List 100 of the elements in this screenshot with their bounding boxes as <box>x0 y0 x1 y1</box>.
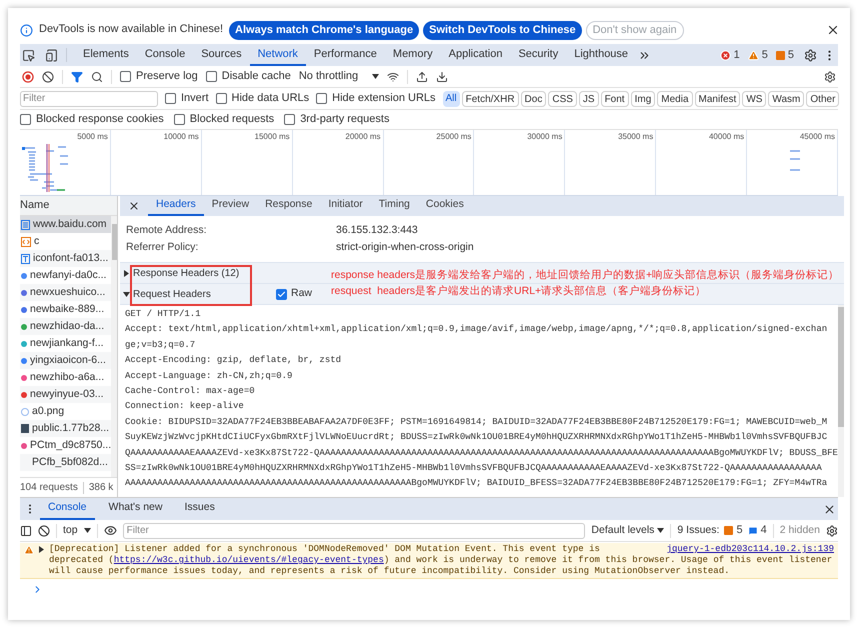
request-row[interactable]: newxueshuico... <box>20 284 112 301</box>
type-filter-chip[interactable]: Wasm <box>768 90 804 106</box>
filter-icon[interactable] <box>71 70 83 82</box>
header-value: strict-origin-when-cross-origin <box>336 240 474 255</box>
request-row[interactable]: iconfont-fa013... <box>20 250 112 267</box>
detail-tab[interactable]: Response <box>257 196 320 216</box>
expand-triangle-icon[interactable] <box>123 270 130 276</box>
expand-triangle-icon[interactable] <box>38 546 45 553</box>
request-count: 104 requests <box>20 481 78 495</box>
source-link[interactable]: jquery-1-edb203c114.10.2.js:139 <box>666 544 834 555</box>
checkbox[interactable] <box>20 114 31 125</box>
panel-tab[interactable]: Performance <box>306 44 385 66</box>
raw-header-line: Accept-Encoding: gzip, deflate, br, zstd <box>125 354 342 368</box>
type-filter-chip[interactable]: Other <box>806 90 840 106</box>
checkbox-label: Preserve log <box>136 69 198 84</box>
request-row[interactable]: PCfb_5bf082d... <box>20 454 112 471</box>
checkbox[interactable] <box>276 288 287 300</box>
request-row[interactable]: www.baidu.com <box>20 216 112 233</box>
eye-icon[interactable] <box>104 524 117 537</box>
panel-tab[interactable]: Sources <box>193 44 250 66</box>
checkbox-label: Blocked response cookies <box>36 112 164 128</box>
checkbox[interactable] <box>120 71 131 82</box>
search-icon[interactable] <box>91 70 103 82</box>
close-icon[interactable] <box>823 502 836 516</box>
request-row[interactable]: newzhidao-da... <box>20 318 112 335</box>
timeline-tick-label: 40000 ms <box>708 132 744 142</box>
detail-tab[interactable]: Headers <box>148 196 204 216</box>
panel-tab[interactable]: Elements <box>75 44 137 66</box>
throttling-select[interactable]: No throttling <box>298 68 380 85</box>
type-filter-chip[interactable]: WS <box>742 90 766 106</box>
request-row[interactable]: yingxiaoicon-6... <box>20 352 112 369</box>
hidden-count: 2 hidden <box>780 522 820 538</box>
panel-tab[interactable]: Memory <box>384 44 441 66</box>
filter-field[interactable]: Filter <box>20 90 158 106</box>
checkbox[interactable] <box>316 93 328 104</box>
checkbox[interactable] <box>165 93 176 104</box>
request-name: newfanyi-da0c... <box>30 268 106 283</box>
drawer-tab[interactable]: Issues <box>176 498 223 520</box>
settings-icon[interactable] <box>804 48 817 62</box>
detail-tab[interactable]: Timing <box>370 196 418 216</box>
type-filter-chip[interactable]: JS <box>578 90 599 106</box>
type-filter-chip[interactable]: Img <box>630 90 656 106</box>
settings-icon[interactable] <box>824 70 836 82</box>
clear-icon[interactable] <box>38 524 50 536</box>
inspect-element-icon[interactable] <box>22 48 35 62</box>
console-filter-field[interactable]: Filter <box>122 522 586 538</box>
panel-tab[interactable]: Console <box>136 44 194 66</box>
download-icon[interactable] <box>436 70 448 82</box>
type-filter-chip[interactable]: Font <box>600 90 629 106</box>
panel-tab[interactable]: Lighthouse <box>566 44 636 66</box>
record-icon[interactable] <box>22 70 34 82</box>
raw-header-line: Connection: keep-alive <box>125 400 244 414</box>
collapse-triangle-icon[interactable] <box>123 290 130 298</box>
issues-counter[interactable]: 9 Issues: 5 4 <box>677 522 767 539</box>
panel-tab[interactable]: Network <box>250 44 306 66</box>
panel-tab[interactable]: Application <box>440 44 510 66</box>
sidebar-toggle-icon[interactable] <box>20 524 32 536</box>
error-icon <box>720 50 731 60</box>
type-filter-chip[interactable]: Media <box>657 90 693 106</box>
detail-tab[interactable]: Cookies <box>418 196 472 216</box>
section-title[interactable]: Request Headers <box>133 286 211 302</box>
type-filter-chip[interactable]: CSS <box>548 90 577 106</box>
checkbox[interactable] <box>206 71 217 82</box>
timeline-tick-label: 30000 ms <box>527 132 562 142</box>
clear-icon[interactable] <box>42 70 54 82</box>
detail-tab[interactable]: Initiator <box>320 196 371 216</box>
settings-icon[interactable] <box>826 524 838 536</box>
request-row[interactable]: newyinyue-03... <box>20 386 112 403</box>
type-filter-chip[interactable]: Manifest <box>694 90 740 106</box>
infobar-button[interactable]: Always match Chrome's language <box>229 21 420 40</box>
request-row[interactable]: public.1.77b28... <box>20 420 112 437</box>
checkbox[interactable] <box>216 93 227 104</box>
section-title[interactable]: Response Headers (12) <box>133 266 240 280</box>
checkbox-label: Hide extension URLs <box>332 91 436 106</box>
network-conditions-icon[interactable] <box>387 70 400 82</box>
warning-icon <box>748 50 759 60</box>
device-toolbar-icon[interactable] <box>45 48 58 62</box>
upload-icon[interactable] <box>416 70 428 82</box>
panel-tab[interactable]: Security <box>510 44 566 66</box>
close-icon[interactable] <box>826 23 840 37</box>
type-filter-chip[interactable]: Doc <box>520 90 546 106</box>
drawer-tab[interactable]: Console <box>40 498 95 520</box>
type-filter-chip[interactable]: Fetch/XHR <box>462 90 519 106</box>
raw-header-line: QAAAAAAAAAAAEAAAAZEVd-xe3Kx87St722-QAAAAAAAAAAAAAAAAAAAAAAAAAAAAAAAAAAAAAAAAAAAAAAAAAAAAAAAAAAAAAAAAAAAAAAAAABgoMWUYKDFlV; BDUSS_BFE <box>125 446 838 460</box>
drawer-tab[interactable]: What's new <box>100 498 170 520</box>
request-name: yingxiaoicon-6... <box>30 352 106 368</box>
raw-header-line: Cache-Control: max-age=0 <box>125 385 255 398</box>
close-icon[interactable] <box>128 200 140 212</box>
log-levels-select[interactable]: Default levels <box>591 522 664 538</box>
detail-tab[interactable]: Preview <box>204 196 258 216</box>
raw-header-line: Cookie: BIDUPSID=32ADA77F24EB3BBEABAFAA2A7DF0E3FF; PSTM=1691649814; BAIDUID=32ADA77F24EB3BBE80F24B712520E179:FG=1; MAWEBCUID=web_M <box>125 416 828 429</box>
font-icon <box>21 254 30 264</box>
docs-link[interactable]: https://w3c.github.io/uievents/#legacy-event-types <box>114 555 384 565</box>
context-select[interactable]: top <box>63 522 91 538</box>
checkbox[interactable] <box>174 114 185 125</box>
infobar-button[interactable]: Switch DevTools to Chinese <box>423 21 582 40</box>
column-header: Name <box>20 198 50 214</box>
checkbox[interactable] <box>284 114 296 125</box>
info-icon <box>20 24 33 37</box>
type-filter-chip[interactable]: All <box>442 90 460 106</box>
